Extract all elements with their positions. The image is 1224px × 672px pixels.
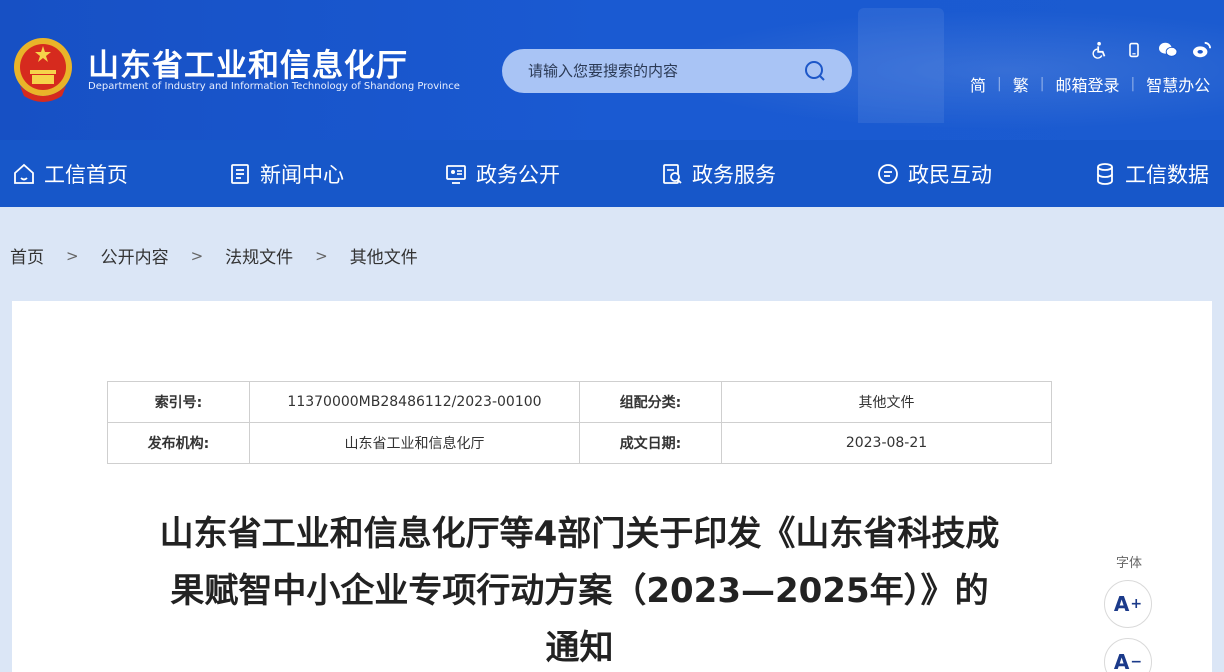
issuer-label: 发布机构: [107, 422, 250, 464]
index-label: 索引号: [107, 381, 250, 423]
plus-icon: + [1130, 596, 1143, 612]
accessibility-icon[interactable] [1090, 40, 1110, 60]
search-input[interactable] [528, 60, 798, 82]
home-icon [14, 163, 34, 184]
open-govt-icon [446, 164, 466, 184]
breadcrumb-separator: > [66, 246, 79, 265]
service-icon [663, 163, 682, 184]
nav-label: 工信首页 [44, 162, 128, 187]
link-separator: | [997, 76, 1002, 92]
breadcrumb-home[interactable]: 首页 [10, 243, 44, 268]
smart-office-link[interactable]: 智慧办公 [1146, 72, 1210, 96]
nav-item-news[interactable]: 新闻中心 [228, 140, 344, 207]
top-icon-row [1090, 40, 1212, 60]
category-label: 组配分类: [579, 381, 722, 423]
document-meta-table: 索引号: 11370000MB28486112/2023-00100 组配分类:… [107, 381, 1052, 464]
breadcrumb-separator: > [315, 246, 328, 265]
news-icon [231, 163, 249, 184]
nav-item-home[interactable]: 工信首页 [12, 140, 128, 207]
document-title-line: 果赋智中小企业专项行动方案（2023—2025年）》的 [170, 571, 989, 611]
index-value: 11370000MB28486112/2023-00100 [249, 381, 580, 423]
font-decrease-button[interactable]: A − [1104, 638, 1152, 672]
issuer-value: 山东省工业和信息化厅 [249, 422, 580, 464]
nav-label: 政务服务 [692, 162, 776, 187]
minus-icon: − [1130, 654, 1143, 670]
breadcrumb-public-content[interactable]: 公开内容 [101, 243, 169, 268]
table-row: 索引号: 11370000MB28486112/2023-00100 组配分类:… [107, 381, 1052, 423]
nav-label: 政民互动 [908, 162, 992, 187]
search-bar [502, 49, 852, 93]
link-separator: | [1039, 76, 1045, 92]
document-title: 山东省工业和信息化厅等4部门关于印发《山东省科技成 果赋智中小企业专项行动方案（… [107, 506, 1052, 672]
breadcrumb-other-files[interactable]: 其他文件 [350, 243, 418, 268]
header-tower-graphic [858, 8, 944, 123]
mobile-icon[interactable] [1124, 40, 1144, 60]
simplified-chinese-link[interactable]: 简 [970, 72, 986, 96]
font-decrease-label: A [1113, 650, 1130, 672]
main-nav: 工信首页 新闻中心 政务公开 政务服务 政民互动 工信数据 [0, 140, 1224, 207]
site-header: 山东省工业和信息化厅 Department of Industry and In… [0, 0, 1224, 140]
weibo-icon[interactable] [1192, 40, 1212, 60]
top-links: 简 | 繁 | 邮箱登录 | 智慧办公 [970, 72, 1210, 96]
document-title-line: 山东省工业和信息化厅等4部门关于印发《山东省科技成 [159, 514, 1000, 554]
database-icon [1097, 162, 1113, 185]
article-card: 索引号: 11370000MB28486112/2023-00100 组配分类:… [12, 301, 1212, 672]
site-title[interactable]: 山东省工业和信息化厅 [88, 40, 408, 85]
wechat-icon[interactable] [1158, 40, 1178, 60]
traditional-chinese-link[interactable]: 繁 [1013, 72, 1029, 96]
table-row: 发布机构: 山东省工业和信息化厅 成文日期: 2023-08-21 [107, 422, 1052, 464]
link-separator: | [1130, 76, 1136, 92]
nav-item-service[interactable]: 政务服务 [660, 140, 776, 207]
breadcrumb: 首页 > 公开内容 > 法规文件 > 其他文件 [10, 243, 418, 269]
nav-item-interaction[interactable]: 政民互动 [876, 140, 992, 207]
email-login-link[interactable]: 邮箱登录 [1055, 72, 1119, 96]
nav-label: 工信数据 [1125, 162, 1209, 187]
date-label: 成文日期: [579, 422, 722, 464]
breadcrumb-separator: > [190, 246, 204, 265]
national-emblem-icon [14, 38, 72, 102]
category-value: 其他文件 [721, 381, 1052, 423]
nav-item-data[interactable]: 工信数据 [1093, 140, 1209, 207]
font-size-label: 字体 [1115, 556, 1142, 571]
document-title-line: 通知 [545, 628, 614, 668]
date-value: 2023-08-21 [721, 422, 1052, 464]
nav-label: 新闻中心 [260, 162, 344, 187]
breadcrumb-regulations[interactable]: 法规文件 [225, 243, 293, 268]
search-icon[interactable] [804, 60, 826, 82]
font-increase-label: A [1113, 592, 1130, 616]
nav-item-open-govt[interactable]: 政务公开 [444, 140, 560, 207]
site-subtitle: Department of Industry and Information T… [88, 81, 460, 92]
font-increase-button[interactable]: A + [1104, 580, 1152, 628]
chat-icon [878, 163, 898, 184]
nav-label: 政务公开 [476, 162, 560, 187]
